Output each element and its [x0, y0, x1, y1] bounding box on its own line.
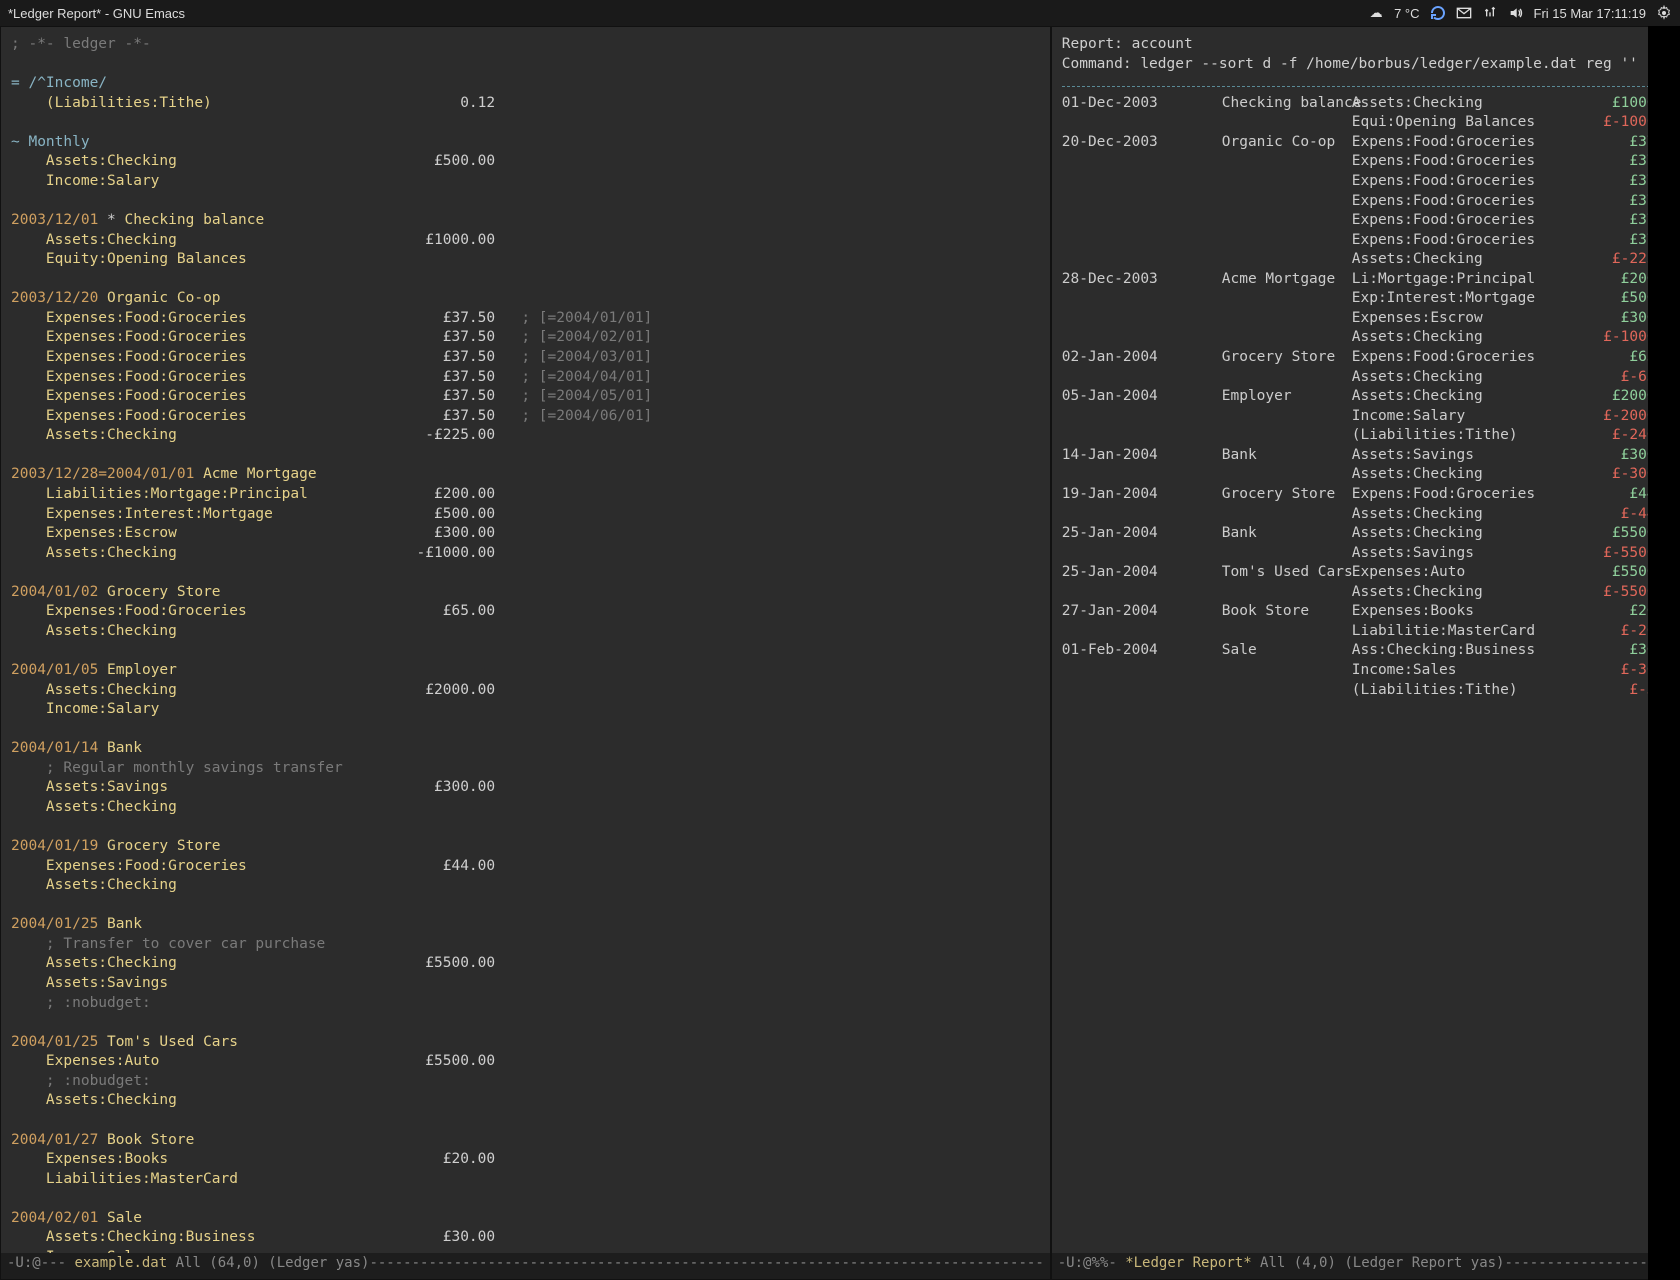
report-row: 05-Jan-2004EmployerAssets:Checking£2000.… [1062, 387, 1680, 407]
right-pane: Report: account Command: ledger --sort d… [1051, 26, 1680, 1280]
report-row: Equi:Opening Balances£-1000.000 [1062, 113, 1680, 133]
volume-icon[interactable] [1508, 5, 1524, 21]
report-row: 19-Jan-2004Grocery StoreExpens:Food:Groc… [1062, 485, 1680, 505]
report-row: 20-Dec-2003Organic Co-opExpens:Food:Groc… [1062, 133, 1680, 153]
report-row: 25-Jan-2004BankAssets:Checking£5500.00£5… [1062, 524, 1680, 544]
report-row: 28-Dec-2003Acme MortgageLi:Mortgage:Prin… [1062, 270, 1680, 290]
modeline-right: -U:@%%- *Ledger Report* All (4,0) (Ledge… [1052, 1253, 1680, 1279]
report-row: 01-Dec-2003Checking balanceAssets:Checki… [1062, 94, 1680, 114]
report-row: Assets:Savings£-5500.00£-240.00 [1062, 544, 1680, 564]
report-row: Assets:Checking£-5500.00£-240.00 [1062, 583, 1680, 603]
report-row: Expens:Food:Groceries£37.50£225.00 [1062, 231, 1680, 251]
ledger-report-buffer[interactable]: Report: account Command: ledger --sort d… [1052, 27, 1680, 1253]
window-title: *Ledger Report* - GNU Emacs [8, 6, 1368, 21]
report-row: Assets:Checking£-225.000 [1062, 250, 1680, 270]
settings-icon[interactable] [1656, 5, 1672, 21]
desktop-gutter [1648, 26, 1680, 1280]
report-row: Expens:Food:Groceries£37.50£75.00 [1062, 152, 1680, 172]
report-row: Income:Sales£-30.00£-240.00 [1062, 661, 1680, 681]
report-row: (Liabilities:Tithe)£-3.60£-243.60 [1062, 681, 1680, 701]
weather-icon: ☁ [1368, 5, 1384, 21]
modeline-left: -U:@--- example.dat All (64,0) (Ledger y… [1, 1253, 1050, 1279]
system-tray: ☁ 7 °C Fri 15 Mar 17:11:19 [1368, 5, 1672, 21]
refresh-icon[interactable] [1430, 5, 1446, 21]
report-row: 02-Jan-2004Grocery StoreExpens:Food:Groc… [1062, 348, 1680, 368]
report-row: Assets:Checking£-1000.000 [1062, 328, 1680, 348]
report-row: Expens:Food:Groceries£37.50£150.00 [1062, 192, 1680, 212]
report-row: 14-Jan-2004BankAssets:Savings£300.00£60.… [1062, 446, 1680, 466]
report-row: Exp:Interest:Mortgage£500.00£700.00 [1062, 289, 1680, 309]
left-pane: ; -*- ledger -*- = /^Income/ (Liabilitie… [0, 26, 1051, 1280]
report-row: 25-Jan-2004Tom's Used CarsExpenses:Auto£… [1062, 563, 1680, 583]
report-row: Expenses:Escrow£300.00£1000.00 [1062, 309, 1680, 329]
report-row: (Liabilities:Tithe)£-240.00£-240.00 [1062, 426, 1680, 446]
report-row: Income:Salary£-2000.000 [1062, 407, 1680, 427]
clock: Fri 15 Mar 17:11:19 [1534, 6, 1646, 21]
ledger-source-buffer[interactable]: ; -*- ledger -*- = /^Income/ (Liabilitie… [1, 27, 1050, 1253]
gnome-topbar: *Ledger Report* - GNU Emacs ☁ 7 °C Fri 1… [0, 0, 1680, 27]
network-icon[interactable] [1482, 5, 1498, 21]
report-row: Liabilitie:MasterCard£-20.00£-240.00 [1062, 622, 1680, 642]
report-row: Assets:Checking£-300.00£-240.00 [1062, 465, 1680, 485]
report-row: 01-Feb-2004SaleAss:Checking:Business£30.… [1062, 641, 1680, 661]
report-row: 27-Jan-2004Book StoreExpenses:Books£20.0… [1062, 602, 1680, 622]
report-row: Assets:Checking£-65.000 [1062, 368, 1680, 388]
report-row: Expens:Food:Groceries£37.50£187.50 [1062, 211, 1680, 231]
report-row: Expens:Food:Groceries£37.50£112.50 [1062, 172, 1680, 192]
mail-icon[interactable] [1456, 5, 1472, 21]
weather-temp: 7 °C [1394, 6, 1419, 21]
report-row: Assets:Checking£-44.00£-240.00 [1062, 505, 1680, 525]
